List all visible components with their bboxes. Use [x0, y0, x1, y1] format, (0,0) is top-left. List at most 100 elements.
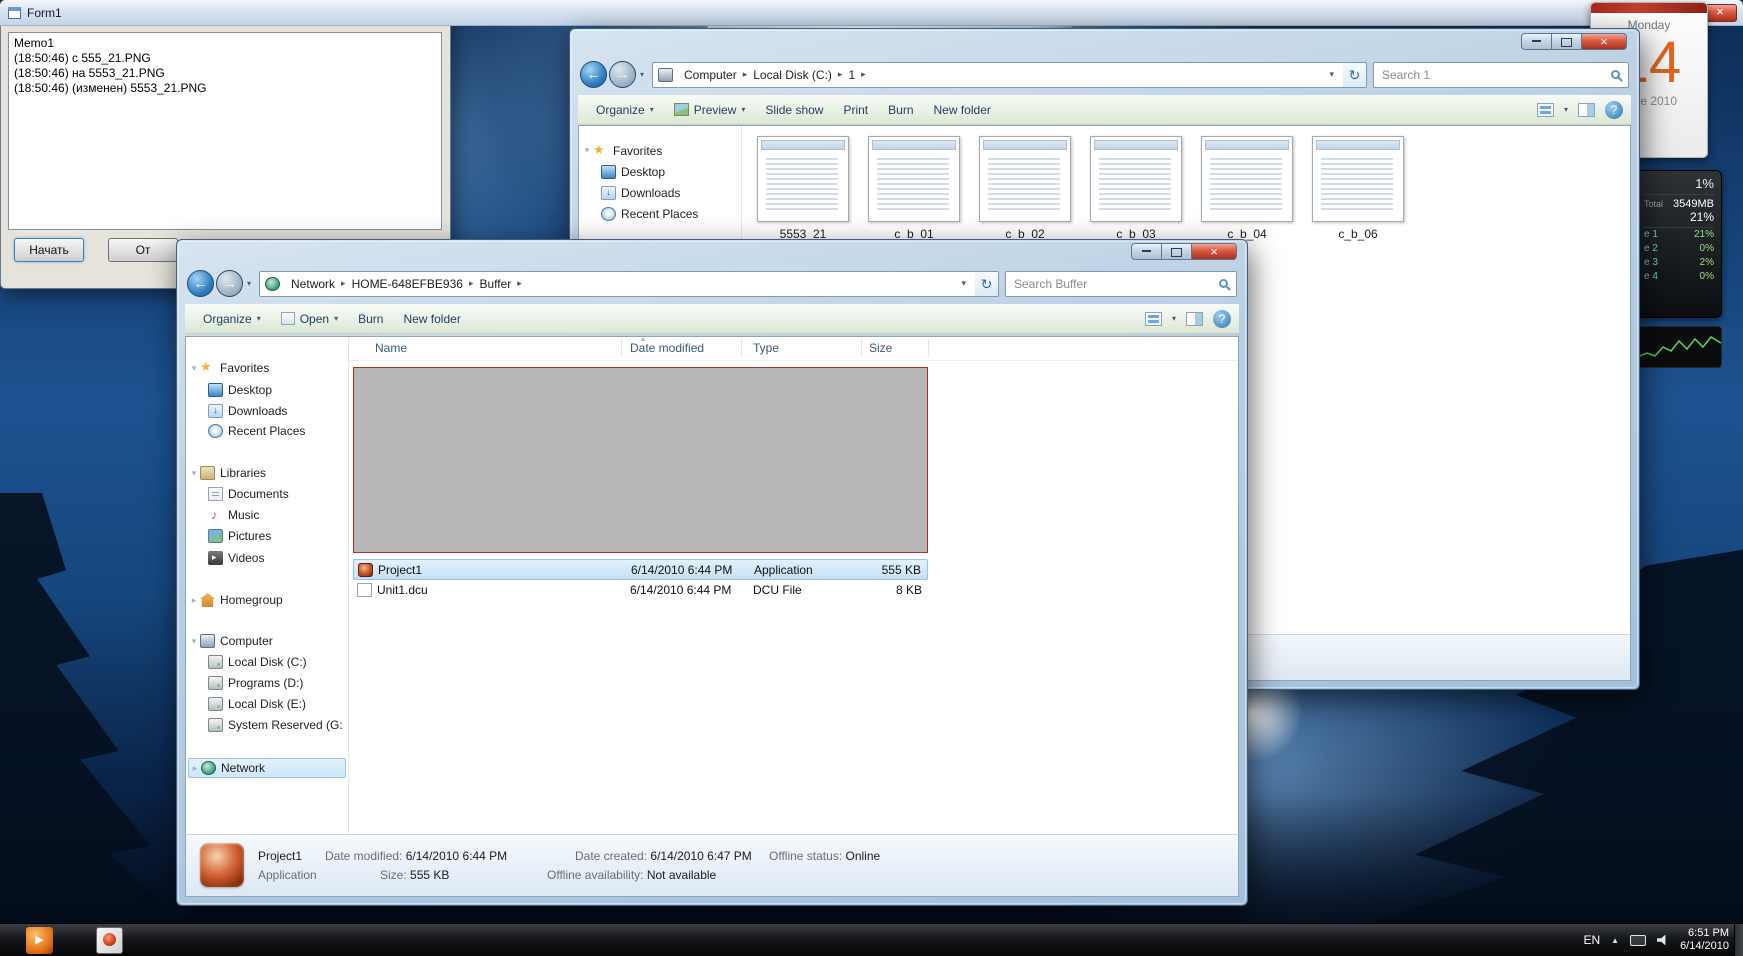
sidebar-item-pictures[interactable]: Pictures: [188, 526, 346, 546]
expander-icon[interactable]: ▾: [188, 363, 200, 374]
recent-pages-dropdown-icon[interactable]: [243, 279, 255, 288]
minimize-button[interactable]: [1521, 33, 1551, 50]
sidebar-item-computer[interactable]: ▾Computer: [188, 631, 346, 651]
help-icon[interactable]: [1605, 101, 1623, 119]
sidebar-item-homegroup[interactable]: ▸Homegroup: [188, 590, 346, 610]
memo-log[interactable]: Memo1 (18:50:46) с 555_21.PNG (18:50:46)…: [8, 32, 442, 230]
organize-button[interactable]: Organize: [193, 312, 271, 326]
chevron-down-icon[interactable]: [1172, 314, 1176, 323]
sidebar-item-favorites[interactable]: ▾Favorites: [188, 358, 346, 378]
close-button[interactable]: [1703, 4, 1737, 22]
breadcrumb-computer[interactable]: Computer: [678, 68, 743, 82]
sidebar-item-desktop[interactable]: Desktop: [581, 161, 739, 182]
close-button[interactable]: [1191, 243, 1237, 260]
preview-pane-icon[interactable]: [1186, 312, 1203, 326]
search-box[interactable]: Search Buffer: [1005, 271, 1237, 297]
breadcrumb-separator-icon[interactable]: [517, 278, 522, 289]
organize-button[interactable]: Organize: [586, 103, 664, 117]
sidebar-item-programs-d[interactable]: Programs (D:): [188, 673, 346, 693]
sidebar-item-local-disk-c[interactable]: Local Disk (C:): [188, 652, 346, 672]
maximize-button[interactable]: [1161, 243, 1191, 260]
media-player-taskbar-icon[interactable]: [26, 927, 53, 954]
help-icon[interactable]: [1213, 310, 1231, 328]
breadcrumb[interactable]: Computer Local Disk (C:) 1: [652, 62, 1344, 88]
sidebar-item-libraries[interactable]: ▾Libraries: [188, 463, 346, 483]
column-header-date-modified[interactable]: Date modified: [630, 341, 704, 355]
clock[interactable]: 6:51 PM 6/14/2010: [1680, 927, 1729, 953]
breadcrumb-buffer[interactable]: Buffer: [473, 277, 517, 291]
burn-button[interactable]: Burn: [878, 103, 923, 117]
slideshow-button[interactable]: Slide show: [755, 103, 833, 117]
show-desktop-button[interactable]: [1734, 924, 1743, 956]
preview-pane-icon[interactable]: [1578, 103, 1595, 117]
breadcrumb-separator-icon[interactable]: [861, 69, 866, 80]
breadcrumb[interactable]: Network HOME-648EFBE936 Buffer: [259, 271, 976, 297]
sidebar-item-music[interactable]: Music: [188, 505, 346, 525]
minimize-button[interactable]: [1131, 243, 1161, 260]
file-thumbnail[interactable]: c_b_02: [979, 136, 1071, 241]
file-thumbnail[interactable]: c_b_03: [1090, 136, 1182, 241]
refresh-icon[interactable]: [1343, 62, 1367, 88]
file-thumbnail[interactable]: c_b_06: [1312, 136, 1404, 241]
file-thumbnail[interactable]: 5553_21: [757, 136, 849, 241]
new-folder-button[interactable]: New folder: [393, 312, 470, 326]
sidebar-item-system-reserved-g[interactable]: System Reserved (G:: [188, 715, 346, 735]
open-button[interactable]: Open: [271, 312, 348, 326]
maximize-button[interactable]: [1551, 33, 1581, 50]
close-button[interactable]: [1581, 33, 1627, 50]
sidebar-item-videos[interactable]: Videos: [188, 548, 346, 568]
file-row-project1[interactable]: Project1 6/14/2010 6:44 PM Application 5…: [353, 559, 928, 580]
form1-titlebar[interactable]: Form1: [0, 0, 1743, 26]
sidebar-item-local-disk-e[interactable]: Local Disk (E:): [188, 694, 346, 714]
chevron-down-icon[interactable]: [1564, 105, 1568, 114]
preview-button[interactable]: Preview: [664, 103, 756, 117]
back-button[interactable]: [580, 61, 607, 88]
cancel-button[interactable]: От: [108, 238, 178, 262]
column-separator[interactable]: [928, 340, 929, 358]
language-indicator[interactable]: EN: [1583, 933, 1600, 947]
delphi-taskbar-icon[interactable]: [96, 927, 123, 954]
breadcrumb-host[interactable]: HOME-648EFBE936: [346, 277, 469, 291]
burn-button[interactable]: Burn: [348, 312, 393, 326]
network-graph-gadget[interactable]: [1636, 326, 1722, 368]
start-button[interactable]: Начать: [14, 238, 84, 262]
column-header-name[interactable]: Name: [375, 341, 407, 355]
column-header-size[interactable]: Size: [869, 341, 892, 355]
column-header-type[interactable]: Type: [753, 341, 779, 355]
sidebar-item-recent-places[interactable]: Recent Places: [188, 421, 346, 441]
breadcrumb-folder-1[interactable]: 1: [842, 68, 861, 82]
expander-icon[interactable]: ▾: [188, 468, 200, 479]
change-view-icon[interactable]: [1145, 312, 1162, 326]
breadcrumb-network[interactable]: Network: [285, 277, 341, 291]
sidebar-item-documents[interactable]: Documents: [188, 484, 346, 504]
expander-icon[interactable]: ▸: [188, 595, 200, 606]
taskbar[interactable]: EN 6:51 PM 6/14/2010: [0, 923, 1743, 956]
column-separator[interactable]: [861, 340, 862, 358]
show-hidden-icons-icon[interactable]: [1611, 936, 1619, 945]
recent-pages-dropdown-icon[interactable]: [636, 70, 648, 79]
address-dropdown-icon[interactable]: [1325, 69, 1338, 80]
address-dropdown-icon[interactable]: [957, 278, 970, 289]
file-row-unit1-dcu[interactable]: Unit1.dcu 6/14/2010 6:44 PM DCU File 8 K…: [353, 580, 928, 601]
sidebar-item-network[interactable]: ▸Network: [188, 758, 346, 778]
display-tray-icon[interactable]: [1630, 935, 1646, 946]
sidebar-item-recent-places[interactable]: Recent Places: [581, 203, 739, 224]
sidebar-item-downloads[interactable]: Downloads: [188, 401, 346, 421]
explorer-window-buffer[interactable]: Network HOME-648EFBE936 Buffer Search Bu…: [176, 239, 1248, 906]
search-box[interactable]: Search 1: [1373, 62, 1629, 88]
expander-icon[interactable]: ▾: [188, 636, 200, 647]
file-thumbnail[interactable]: c_b_01: [868, 136, 960, 241]
column-separator[interactable]: [621, 340, 622, 358]
forward-button[interactable]: [216, 270, 243, 297]
print-button[interactable]: Print: [833, 103, 878, 117]
refresh-icon[interactable]: [975, 271, 999, 297]
sidebar-item-desktop[interactable]: Desktop: [188, 380, 346, 400]
system-meter-gadget[interactable]: 1% Total 3549MB 21% e 121% e 20% e 32% e…: [1636, 170, 1722, 318]
sidebar-item-downloads[interactable]: Downloads: [581, 182, 739, 203]
volume-icon[interactable]: [1657, 934, 1669, 946]
change-view-icon[interactable]: [1537, 103, 1554, 117]
forward-button[interactable]: [609, 61, 636, 88]
back-button[interactable]: [187, 270, 214, 297]
file-thumbnail[interactable]: c_b_04: [1201, 136, 1293, 241]
sidebar-item-favorites[interactable]: ▾Favorites: [581, 140, 739, 161]
